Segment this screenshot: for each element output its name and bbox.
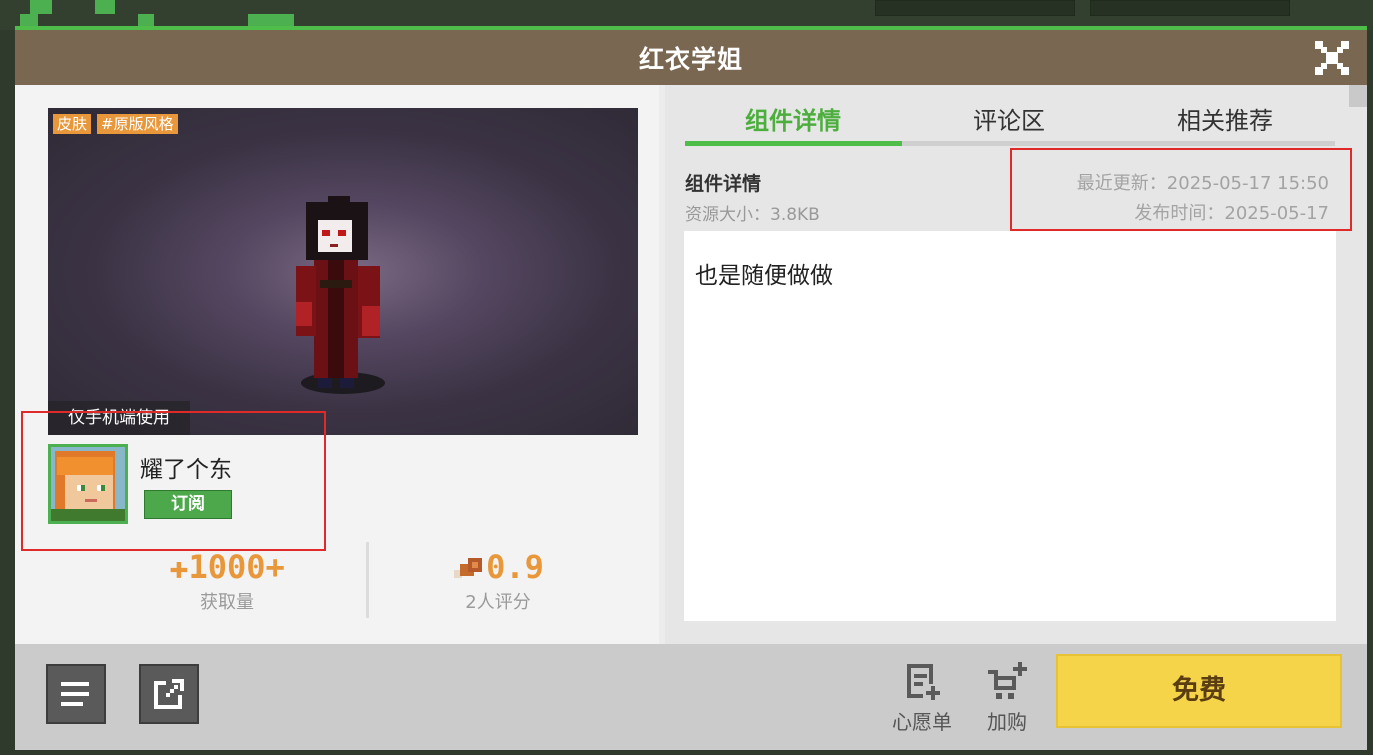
rating-value: 0.9: [486, 548, 544, 586]
highlight-box-dates: [1010, 148, 1352, 231]
add-to-cart-button[interactable]: 加购: [977, 662, 1037, 735]
background-pixel: [30, 0, 52, 14]
description-box: 也是随便做做: [684, 231, 1336, 621]
download-label: 获取量: [200, 592, 254, 613]
title-bar: 红衣学姐: [15, 30, 1367, 85]
tab-indicator: [685, 141, 902, 146]
description-text: 也是随便做做: [695, 263, 833, 289]
rating-stat: 0.9 2人评分: [423, 550, 573, 614]
rating-score: 0.9: [423, 550, 573, 584]
wishlist-label: 心愿单: [892, 710, 952, 734]
skin-preview[interactable]: 皮肤 #原版风格 仅手机端使用: [48, 108, 638, 435]
stats-divider: [366, 542, 369, 618]
download-plus-icon: ✚: [169, 548, 189, 586]
left-panel: 皮肤 #原版风格 仅手机端使用 耀了个东 订阅 ✚1000+ 获取量 0.9 2…: [15, 85, 659, 644]
resource-size: 资源大小：3.8KB: [685, 205, 820, 225]
tab-details[interactable]: 组件详情: [745, 101, 841, 136]
highlight-box-author: [21, 411, 326, 551]
menu-icon: [61, 682, 89, 706]
wishlist-button[interactable]: 心愿单: [889, 662, 955, 735]
drumstick-icon: [454, 558, 483, 578]
download-stat: ✚1000+ 获取量: [147, 550, 307, 614]
rating-label: 2人评分: [465, 592, 531, 613]
share-icon: [154, 679, 184, 709]
download-count: ✚1000+: [147, 550, 307, 584]
cart-label: 加购: [987, 710, 1027, 734]
modal-title: 红衣学姐: [638, 44, 743, 74]
download-value: 1000+: [188, 548, 285, 586]
share-button[interactable]: [139, 664, 199, 724]
tab-recommendations[interactable]: 相关推荐: [1177, 101, 1273, 136]
menu-button[interactable]: [46, 664, 106, 724]
tab-comments[interactable]: 评论区: [973, 101, 1045, 136]
background-box: [1090, 0, 1290, 16]
get-free-button[interactable]: 免费: [1056, 654, 1342, 728]
cart-plus-icon: [988, 662, 1027, 699]
close-button[interactable]: [1313, 39, 1351, 77]
character-figure-icon: [296, 196, 380, 388]
wishlist-icon: [907, 664, 940, 700]
tag-style[interactable]: #原版风格: [97, 114, 178, 134]
scrollbar-thumb[interactable]: [1349, 85, 1367, 107]
close-icon: [1315, 41, 1349, 75]
background-box: [875, 0, 1075, 16]
tab-bar: 组件详情 评论区 相关推荐: [685, 85, 1335, 146]
item-detail-modal: 红衣学姐 皮肤 #原版风格 仅手机端使用 耀了个东 订阅 ✚1000+ 获取量 …: [15, 26, 1367, 750]
bottom-bar: 心愿单 加购 免费: [15, 644, 1367, 750]
background-pixel: [95, 0, 115, 14]
tag-skin[interactable]: 皮肤: [53, 114, 92, 134]
details-heading: 组件详情: [685, 173, 762, 195]
